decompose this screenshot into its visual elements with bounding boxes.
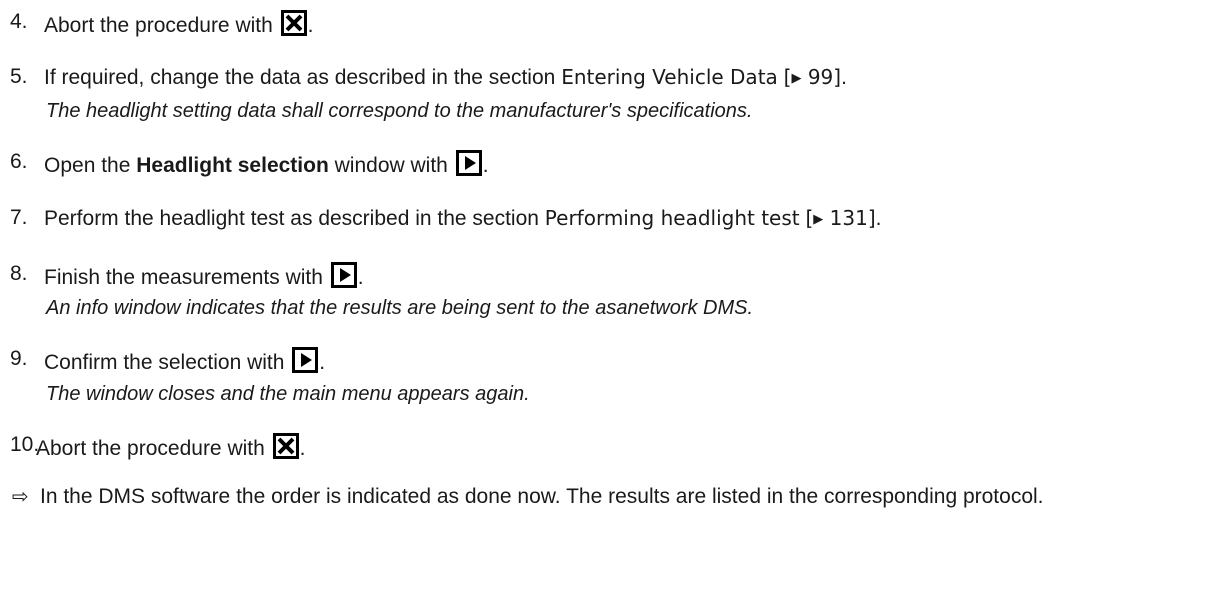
page-ref-arrow-icon: ▶ [813,212,824,227]
step-label: Perform the headlight test as described … [44,207,539,230]
result-text: In the DMS software the order is indicat… [40,485,1044,508]
step-number: 5. [10,65,28,88]
page-ref-arrow-icon: ▶ [791,71,802,86]
page-ref[interactable]: [▶ 99] [784,65,841,89]
step-text: Confirm the selection with . [44,347,325,375]
abort-x-box-icon [280,10,307,36]
step-text: Open the Headlight selection window with… [44,150,489,178]
step-number: 4. [10,10,28,33]
step-8-note: An info window indicates that the result… [46,297,754,319]
section-link-performing-headlight-test[interactable]: Performing headlight test [545,206,800,230]
ref-open-bracket: [ [783,65,792,89]
step-label-middle: window with [334,154,448,177]
step-period: . [841,66,847,89]
step-number: 9. [10,347,28,370]
step-period: . [299,437,306,460]
step-text: Finish the measurements with . [44,262,364,290]
step-label: Finish the measurements with [44,266,323,289]
section-link-entering-vehicle-data[interactable]: Entering Vehicle Data [561,65,778,89]
step-9-note: The window closes and the main menu appe… [46,383,530,405]
step-number: 8. [10,262,28,285]
step-period: . [357,266,364,289]
step-label: Abort the procedure with [36,437,265,460]
page-ref[interactable]: [▶ 131] [805,206,875,230]
step-label: Open the [44,154,131,177]
play-box-icon [455,150,482,176]
step-number: 10. [10,433,40,456]
step-text: If required, change the data as describe… [44,65,847,93]
play-box-icon [292,347,319,373]
step-number: 7. [10,206,28,229]
play-box-icon [330,262,357,288]
step-period: . [307,14,314,37]
step-text: Abort the procedure with . [36,433,305,461]
step-text: Abort the procedure with . [44,10,313,38]
abort-x-box-icon [272,433,299,459]
step-label: Abort the procedure with [44,14,273,37]
step-period: . [319,351,326,374]
ref-page: 99] [807,65,842,89]
ref-page: 131] [829,206,876,230]
headlight-selection-label: Headlight selection [136,154,329,177]
step-period: . [482,154,489,177]
step-label: If required, change the data as describe… [44,66,556,89]
step-text: Perform the headlight test as described … [44,206,881,234]
step-label: Confirm the selection with [44,351,285,374]
step-number: 6. [10,150,28,173]
ref-open-bracket: [ [805,206,814,230]
step-5-note: The headlight setting data shall corresp… [46,100,753,122]
step-period: . [875,207,882,230]
result-arrow-icon: ⇨ [12,486,29,508]
